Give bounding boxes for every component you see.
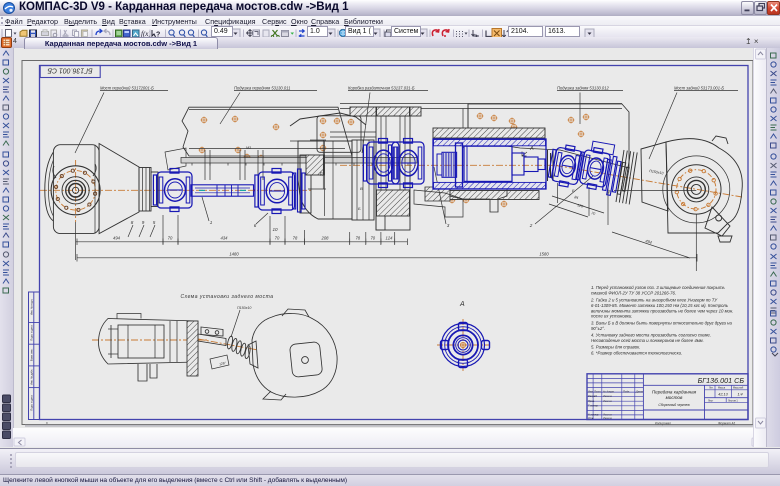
svg-text:3: 3 (447, 223, 450, 228)
svg-text:x: x (46, 421, 48, 425)
svg-text:Инв. № подл.: Инв. № подл. (30, 299, 34, 315)
svg-text:70: 70 (370, 235, 375, 240)
svg-text:70: 70 (168, 235, 173, 240)
svg-text:Лит.: Лит. (709, 387, 714, 390)
svg-text:494: 494 (113, 235, 121, 240)
svg-text:В: В (360, 186, 363, 191)
svg-text:5. Размеры для справок.: 5. Размеры для справок. (591, 344, 640, 349)
svg-text:35: 35 (319, 171, 324, 176)
svg-text:2. Гайки 2 и 5 установить на а: 2. Гайки 2 и 5 установить на анаэробном … (590, 298, 718, 303)
svg-text:Пров.: Пров. (588, 399, 595, 403)
svg-text:величины момента затяжки произ: величины момента затяжки производить не … (591, 308, 733, 313)
svg-text:Утв.: Утв. (588, 416, 594, 420)
svg-text:1:4: 1:4 (737, 393, 742, 397)
svg-text:А: А (459, 301, 465, 308)
svg-text:Подушка передняя 53130.011: Подушка передняя 53130.011 (234, 85, 290, 90)
svg-text:1480: 1480 (229, 252, 239, 257)
svg-text:Разраб.: Разраб. (588, 394, 598, 398)
svg-text:Подушка задняя 53130.012: Подушка задняя 53130.012 (557, 85, 609, 90)
svg-text:208: 208 (321, 235, 330, 240)
svg-text:2: 2 (529, 223, 533, 228)
svg-text:Формат A1: Формат A1 (718, 422, 736, 426)
svg-text:Масштаб: Масштаб (733, 387, 744, 390)
svg-text:10: 10 (272, 227, 278, 232)
svg-text:Иванов: Иванов (603, 399, 612, 403)
svg-text:смазкой ФИОЛ-2У ТУ 38 УССР 201: смазкой ФИОЛ-2У ТУ 38 УССР 201266-76. (591, 290, 676, 295)
svg-text:6-01-1309-85. Момент затяжки 1: 6-01-1309-85. Момент затяжки 100,150 Нм … (591, 303, 729, 308)
svg-text:Инв. № дубл.: Инв. № дубл. (30, 369, 34, 385)
svg-text:124: 124 (386, 235, 394, 240)
svg-text:Лист: Лист (708, 399, 714, 402)
svg-text:А: А (529, 146, 534, 152)
svg-text:Т.контр.: Т.контр. (588, 403, 599, 407)
svg-text:Передача карданная: Передача карданная (652, 390, 697, 395)
svg-text:1: 1 (210, 220, 213, 225)
svg-text:БГ136.001 СБ: БГ136.001 СБ (47, 67, 93, 74)
svg-text:78: 78 (293, 235, 298, 240)
svg-text:4. Установку заднего моста про: 4. Установку заднего моста производить с… (591, 333, 711, 338)
svg-text:Мост передний 53172001-Б: Мост передний 53172001-Б (100, 85, 154, 90)
svg-text:Н.контр.: Н.контр. (588, 413, 599, 417)
svg-text:6: 6 (254, 223, 257, 228)
svg-text:мостов: мостов (666, 395, 683, 400)
svg-text:Несовпадение осей моста и лонж: Несовпадение осей моста и лонжеронов не … (591, 338, 704, 343)
svg-text:5: 5 (153, 220, 156, 225)
svg-text:1580: 1580 (539, 252, 549, 257)
svg-text:после их установки.: после их установки. (591, 314, 632, 319)
svg-text:Подп.: Подп. (623, 390, 630, 394)
svg-text:М3: М3 (246, 146, 251, 150)
svg-text:Б: Б (358, 206, 361, 211)
svg-text:Схема установки заднего моста: Схема установки заднего моста (181, 294, 274, 300)
svg-text:Копировал: Копировал (655, 422, 671, 426)
svg-text:Листов 1: Листов 1 (728, 399, 738, 402)
svg-text:Иванов: Иванов (603, 413, 612, 417)
svg-text:Подп. и дата: Подп. и дата (30, 325, 34, 341)
svg-text:1. Перед установкой узлов поз.: 1. Перед установкой узлов поз. 3 шлицевы… (591, 285, 726, 290)
svg-text:Лист: Лист (593, 390, 602, 394)
svg-text:Иванов: Иванов (603, 394, 612, 398)
svg-text:70: 70 (275, 235, 280, 240)
svg-text:6. *Размер обеспечивается техн: 6. *Размер обеспечивается технологически… (591, 351, 682, 356)
svg-text:Б: Б (572, 188, 575, 193)
svg-text:П150х10: П150х10 (237, 306, 251, 310)
svg-text:Взам. инв.: Взам. инв. (30, 348, 34, 361)
svg-text:42,13: 42,13 (718, 393, 728, 397)
svg-text:Иванов: Иванов (603, 416, 612, 420)
svg-text:Изм.: Изм. (588, 390, 594, 394)
svg-text:Мост задний 53173.001-Б: Мост задний 53173.001-Б (674, 85, 724, 90)
svg-text:Масса: Масса (718, 387, 726, 390)
svg-text:Сборочный чертеж: Сборочный чертеж (658, 403, 690, 407)
svg-text:9: 9 (142, 220, 145, 225)
svg-text:БГ136.001 СБ: БГ136.001 СБ (698, 376, 745, 385)
svg-text:78: 78 (355, 235, 360, 240)
svg-text:Подп. и дата: Подп. и дата (30, 395, 34, 411)
svg-text:90°±2°.: 90°±2°. (591, 326, 605, 331)
svg-text:№ докум.: № докум. (603, 390, 615, 394)
svg-text:Коробка раздаточная 53137.031-: Коробка раздаточная 53137.031-Б (348, 85, 415, 90)
svg-text:Дата: Дата (635, 390, 643, 394)
svg-text:3. Валы Б и В должны быть пове: 3. Валы Б и В должны быть повернуты отно… (591, 321, 733, 326)
svg-text:8: 8 (131, 220, 134, 225)
svg-text:434: 434 (221, 235, 229, 240)
